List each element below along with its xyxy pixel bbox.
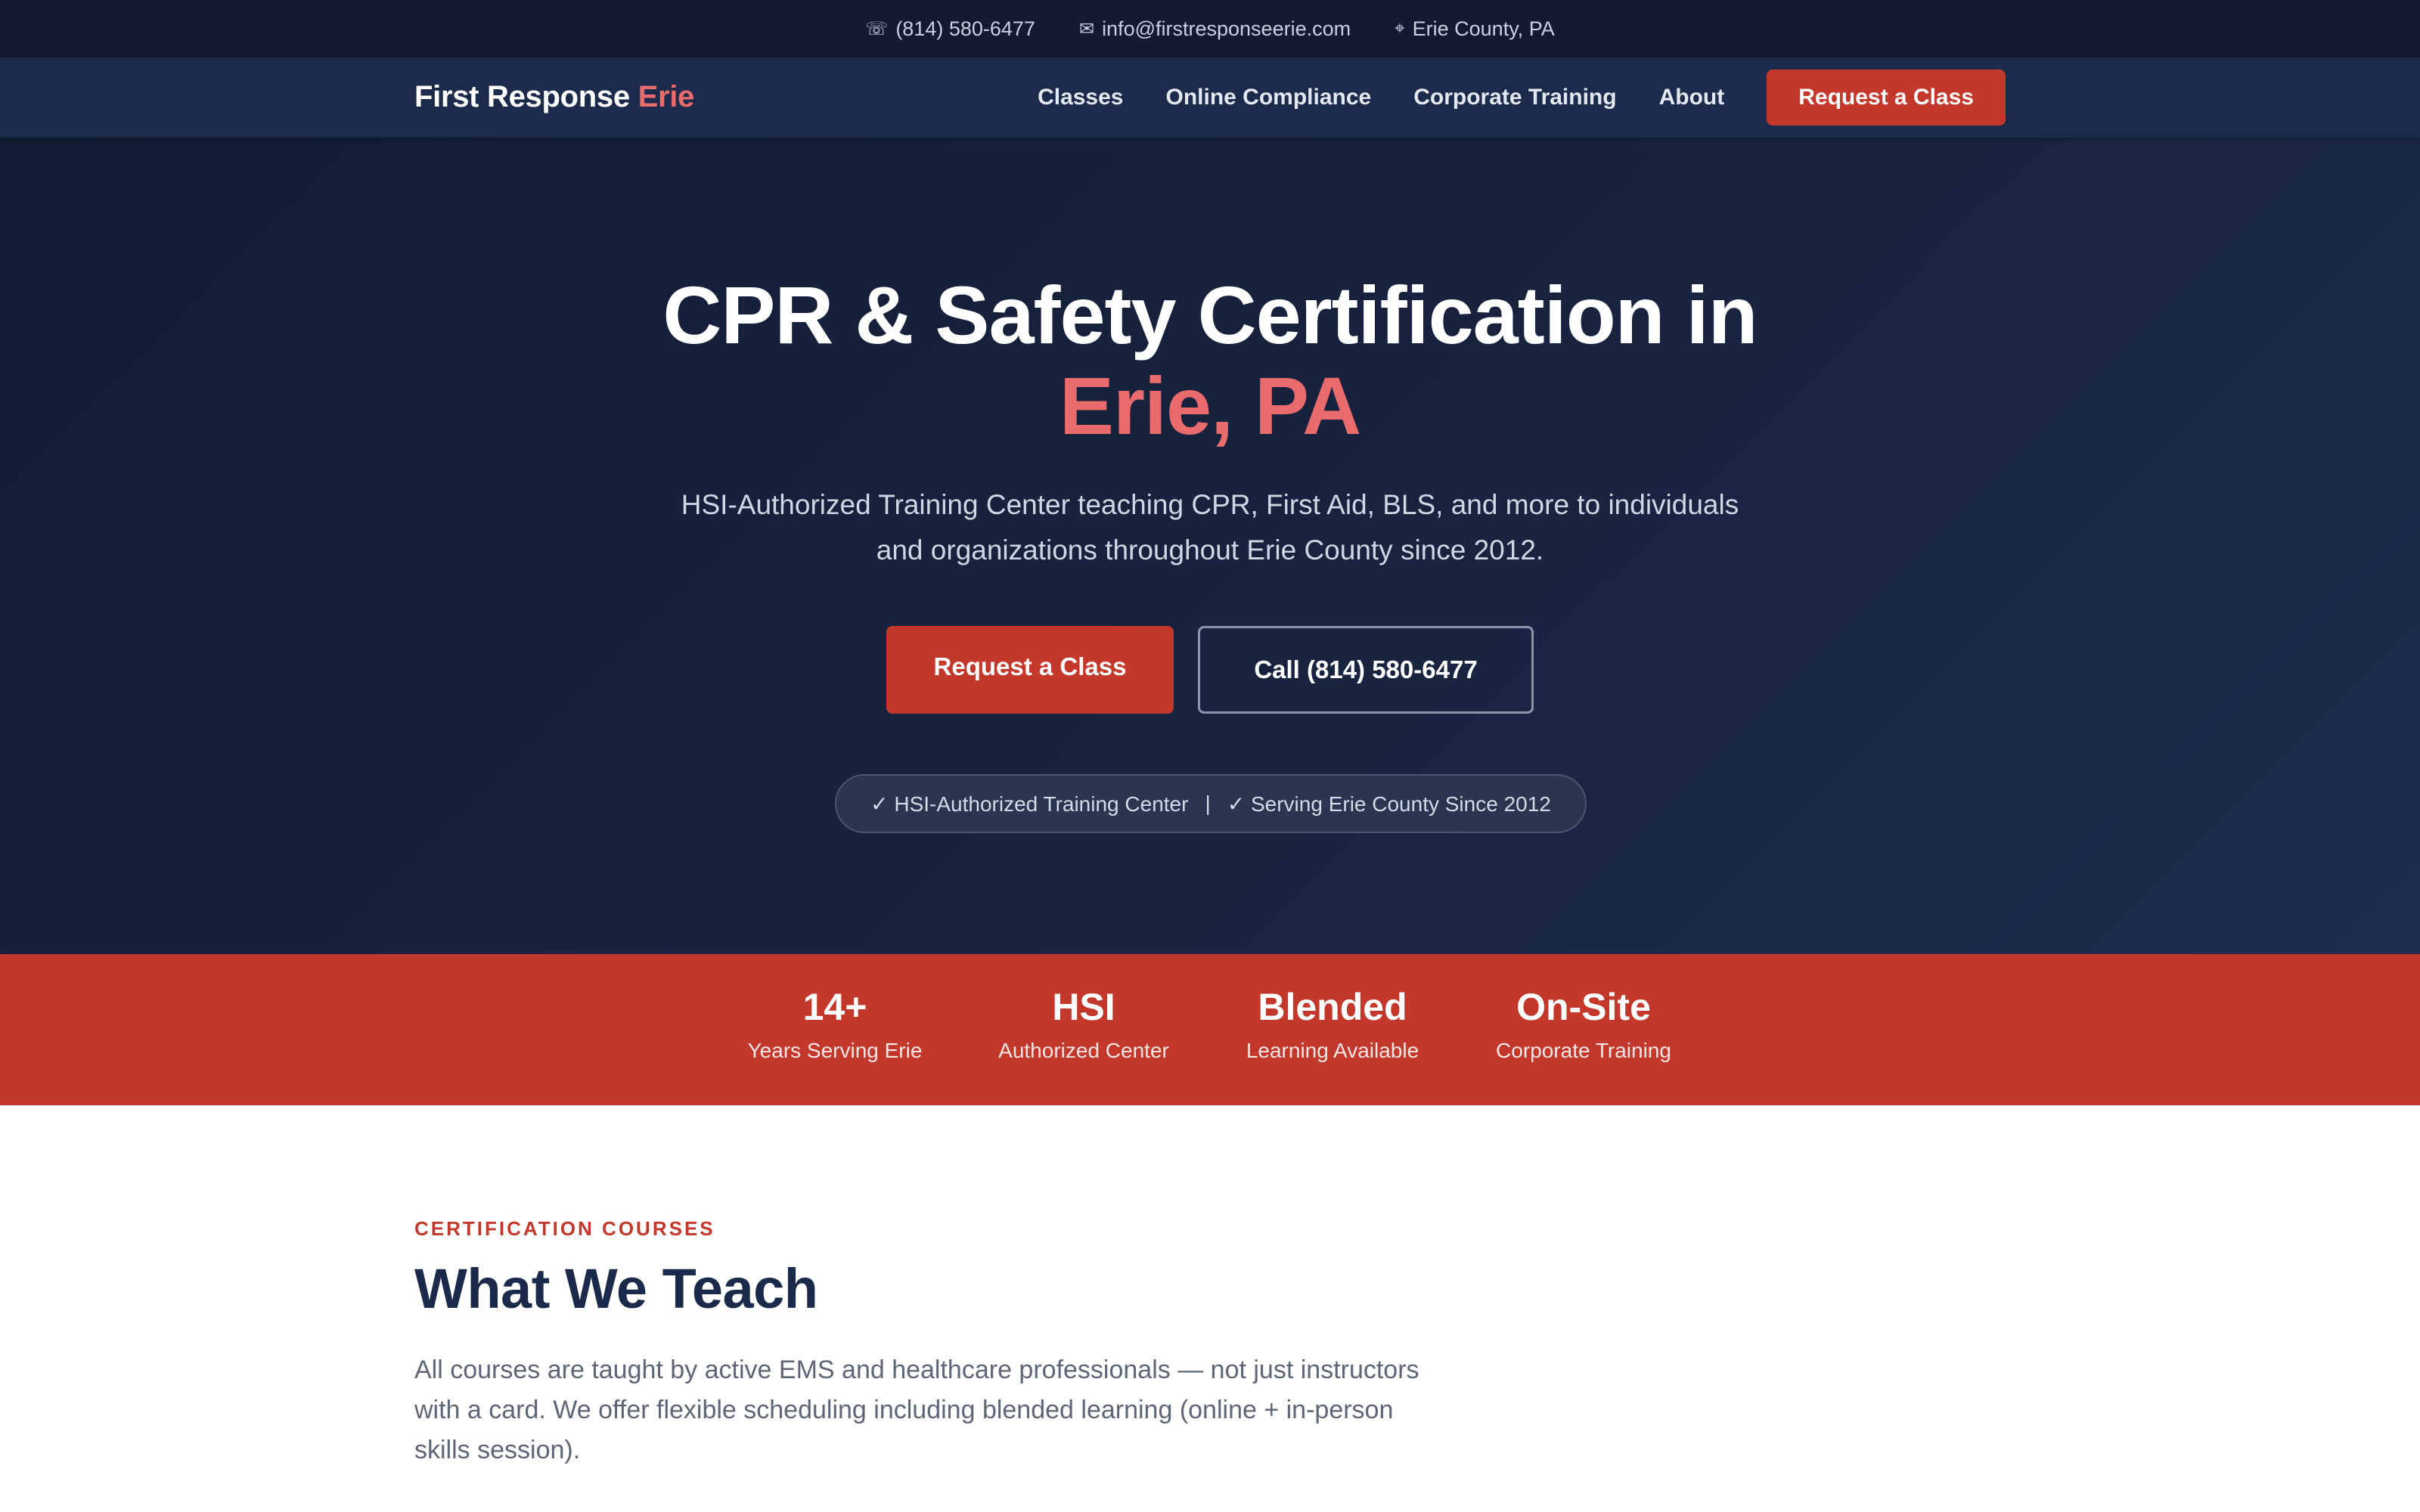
nav-item-classes[interactable]: Classes <box>1038 70 1123 125</box>
request-class-button[interactable]: Request a Class <box>886 626 1174 714</box>
section-description: All courses are taught by active EMS and… <box>414 1356 1419 1464</box>
call-phone-button[interactable]: Call (814) 580-6477 <box>1198 626 1534 714</box>
location-contact: ⌖ Erie County, PA <box>1395 17 1555 41</box>
badge-hsi: ✓ HSI-Authorized Training Center <box>870 792 1189 816</box>
phone-text: (814) 580-6477 <box>895 17 1035 40</box>
stats-band: 14+ Years Serving Erie HSI Authorized Ce… <box>0 954 2420 1105</box>
brand-accent: Erie <box>638 80 695 113</box>
section-heading: What We Teach <box>414 1257 818 1320</box>
stat-value: HSI <box>1052 986 1115 1028</box>
stat-label: Years Serving Erie <box>747 1039 923 1062</box>
hero-section: CPR & Safety Certification in Erie, PA H… <box>0 138 2420 954</box>
trust-badge: ✓ HSI-Authorized Training Center | ✓ Ser… <box>835 774 1587 833</box>
top-contact-bar: ☏ (814) 580-6477 ✉ info@firstresponseeri… <box>0 0 2420 57</box>
stat-label: Learning Available <box>1246 1039 1419 1062</box>
badge-since: ✓ Serving Erie County Since 2012 <box>1227 792 1551 816</box>
phone-contact[interactable]: ☏ (814) 580-6477 <box>865 17 1035 41</box>
brand-main: First Response <box>414 80 630 113</box>
section-eyebrow: CERTIFICATION COURSES <box>414 1217 715 1240</box>
map-pin-icon: ⌖ <box>1395 18 1405 39</box>
stat-hsi: HSI Authorized Center <box>970 984 1197 1066</box>
stat-value: 14+ <box>802 986 867 1028</box>
nav-item-corporate-training[interactable]: Corporate Training <box>1413 70 1616 125</box>
stat-label: Authorized Center <box>998 1039 1169 1062</box>
stat-value: Blended <box>1258 986 1407 1028</box>
stat-blended: Blended Learning Available <box>1219 984 1446 1066</box>
email-text: info@firstresponseerie.com <box>1102 17 1351 40</box>
main-navigation: First Response Erie Classes Online Compl… <box>0 57 2420 138</box>
phone-icon: ☏ <box>865 18 889 39</box>
stat-label: Corporate Training <box>1496 1039 1671 1062</box>
stat-value: On-Site <box>1516 986 1651 1028</box>
stat-years: 14+ Years Serving Erie <box>721 984 948 1066</box>
hero-subtitle: HSI-Authorized Training Center teaching … <box>681 489 1739 565</box>
nav-item-online-compliance[interactable]: Online Compliance <box>1166 70 1372 125</box>
envelope-icon: ✉ <box>1078 18 1095 39</box>
courses-section: CERTIFICATION COURSES What We Teach All … <box>414 1105 2006 1512</box>
nav-menu: Classes Online Compliance Corporate Trai… <box>1038 70 2006 125</box>
location-text: Erie County, PA <box>1412 17 1555 40</box>
hero-title-line2: Erie, PA <box>1059 360 1361 451</box>
email-contact[interactable]: ✉ info@firstresponseerie.com <box>1079 17 1351 41</box>
badge-separator: | <box>1205 792 1211 815</box>
nav-request-class-button[interactable]: Request a Class <box>1767 70 2006 125</box>
hero-title: CPR & Safety Certification in Erie, PA <box>0 270 2420 451</box>
hero-title-line1: CPR & Safety Certification in <box>662 269 1758 361</box>
stat-onsite: On-Site Corporate Training <box>1470 984 1697 1066</box>
nav-item-about[interactable]: About <box>1659 70 1725 125</box>
brand-logo[interactable]: First Response Erie <box>414 80 694 114</box>
